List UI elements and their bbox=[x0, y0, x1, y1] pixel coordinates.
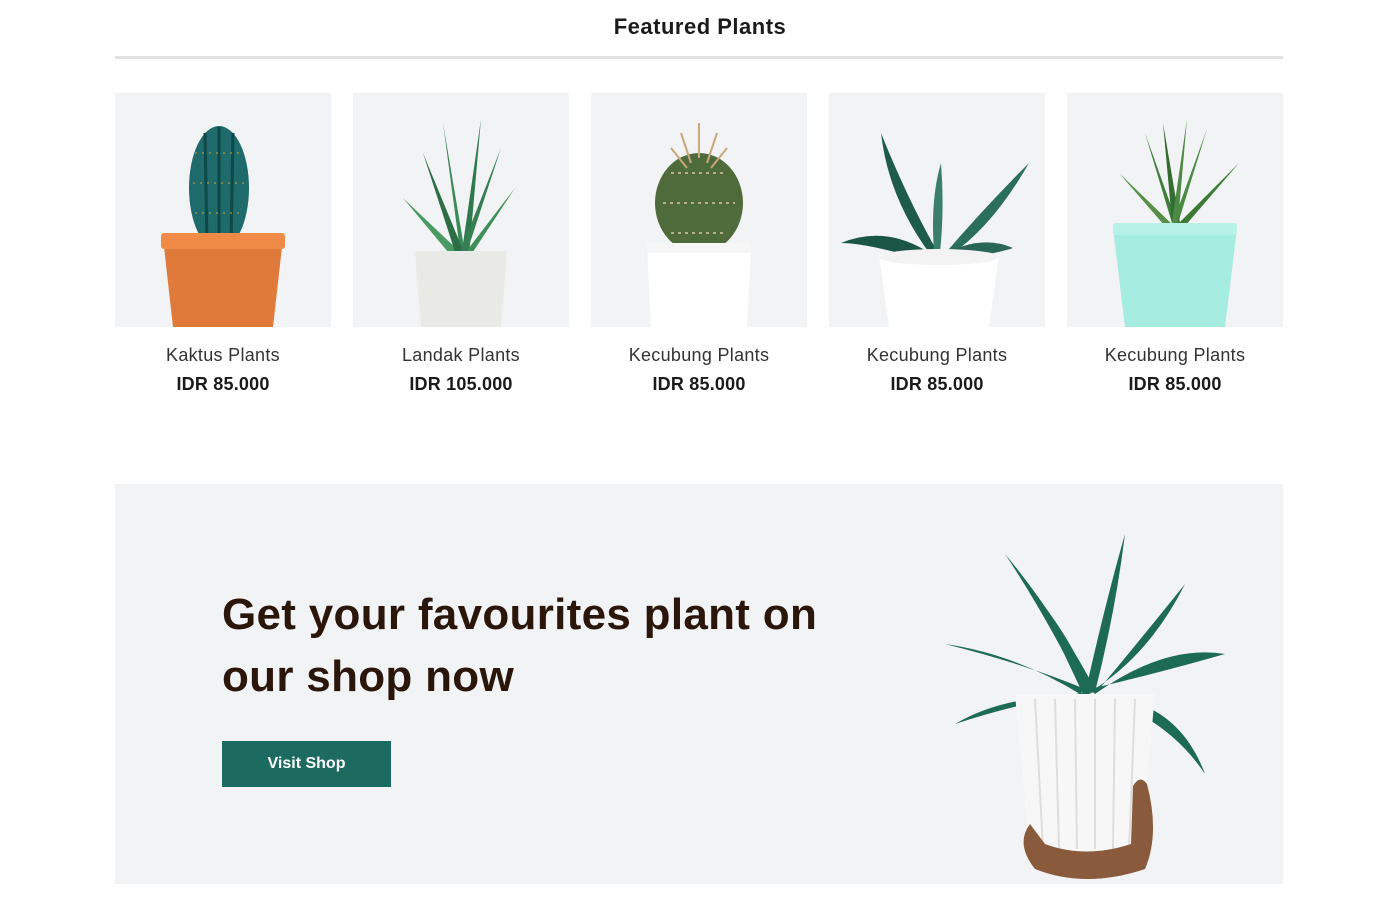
product-name[interactable]: Kecubung Plants bbox=[1067, 345, 1283, 366]
product-image-kecubung-3[interactable] bbox=[1067, 93, 1283, 327]
visit-shop-button[interactable]: Visit Shop bbox=[222, 741, 391, 787]
promo-plant-image bbox=[935, 524, 1235, 884]
product-card-landak[interactable]: Landak Plants IDR 105.000 bbox=[353, 93, 569, 413]
product-price: IDR 85.000 bbox=[890, 374, 984, 394]
product-price: IDR 85.000 bbox=[176, 374, 270, 394]
product-price: IDR 85.000 bbox=[1128, 374, 1222, 394]
title-divider bbox=[115, 56, 1283, 59]
product-price: IDR 105.000 bbox=[409, 374, 513, 394]
product-name[interactable]: Landak Plants bbox=[353, 345, 569, 366]
product-card-kecubung-2[interactable]: Kecubung Plants IDR 85.000 bbox=[829, 93, 1045, 413]
product-name[interactable]: Kecubung Plants bbox=[829, 345, 1045, 366]
promo-heading: Get your favourites plant on our shop no… bbox=[222, 590, 818, 701]
section-title: Featured Plants bbox=[613, 14, 787, 39]
product-grid: Kaktus Plants IDR 85.000 Landak Plants I… bbox=[115, 93, 1283, 413]
product-image-kecubung-1[interactable] bbox=[591, 93, 807, 327]
product-name[interactable]: Kaktus Plants bbox=[115, 345, 331, 366]
product-name[interactable]: Kecubung Plants bbox=[591, 345, 807, 366]
product-image-kaktus[interactable] bbox=[115, 93, 331, 327]
product-card-kecubung-1[interactable]: Kecubung Plants IDR 85.000 bbox=[591, 93, 807, 413]
product-image-kecubung-2[interactable] bbox=[829, 93, 1045, 327]
promo-banner: Get your favourites plant on our shop no… bbox=[115, 484, 1283, 884]
product-image-landak[interactable] bbox=[353, 93, 569, 327]
product-price: IDR 85.000 bbox=[652, 374, 746, 394]
product-card-kecubung-3[interactable]: Kecubung Plants IDR 85.000 bbox=[1067, 93, 1283, 413]
product-card-kaktus[interactable]: Kaktus Plants IDR 85.000 bbox=[115, 93, 331, 413]
